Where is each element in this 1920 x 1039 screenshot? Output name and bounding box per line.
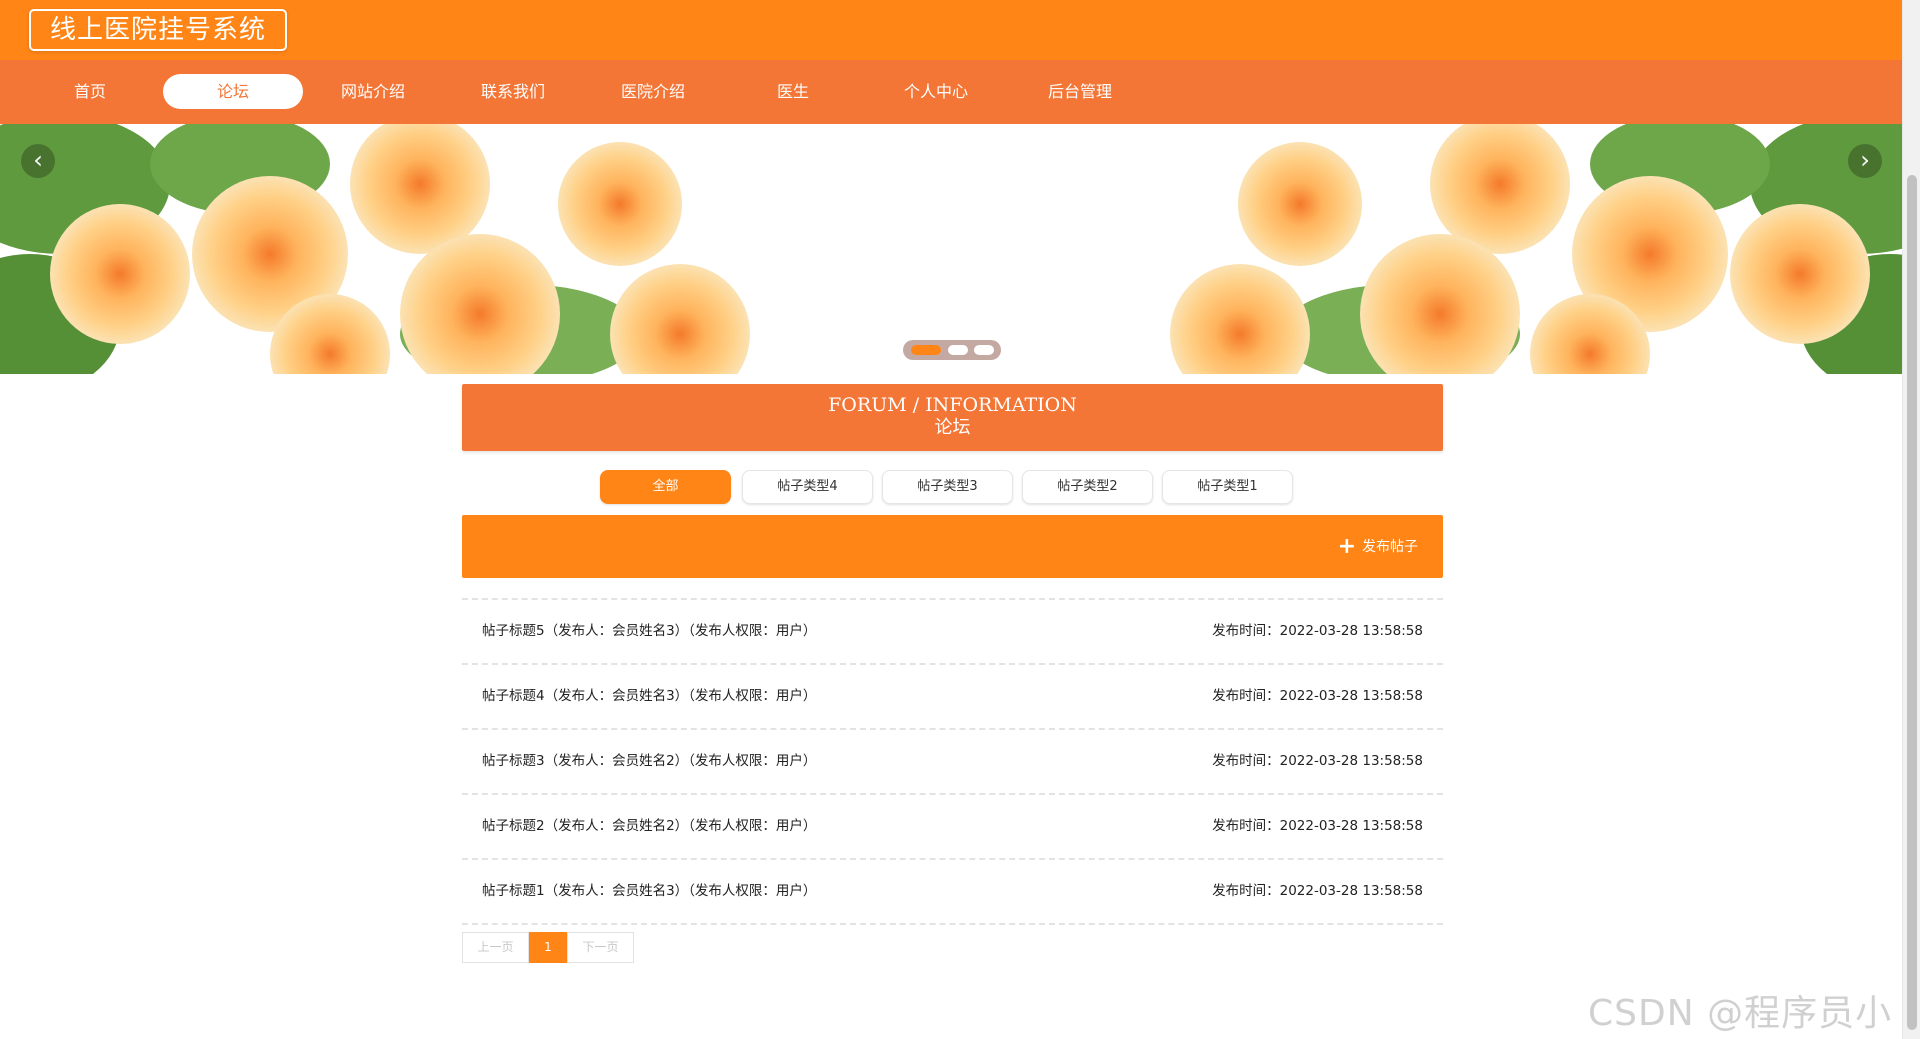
post-time: 发布时间：2022-03-28 13:58:58 (1212, 688, 1423, 704)
category-tab-all[interactable]: 全部 (600, 470, 731, 504)
nav-item-doctor[interactable]: 医生 (723, 74, 863, 109)
vertical-scrollbar[interactable] (1902, 0, 1920, 1039)
prev-page-button[interactable]: 上一页 (462, 932, 529, 963)
nav-item-profile[interactable]: 个人中心 (866, 74, 1006, 109)
category-tab-type2[interactable]: 帖子类型2 (1022, 470, 1153, 504)
nav-item-contact[interactable]: 联系我们 (443, 74, 583, 109)
chevron-right-icon[interactable]: › (1848, 144, 1882, 178)
carousel-dot-1[interactable] (911, 345, 941, 355)
publish-post-button[interactable]: + 发布帖子 (1338, 535, 1418, 559)
carousel-dot-2[interactable] (948, 345, 968, 355)
plus-icon: + (1337, 534, 1356, 559)
post-item[interactable]: 帖子标题2（发布人：会员姓名2）（发布人权限：用户） 发布时间：2022-03-… (462, 795, 1443, 858)
carousel-dot-3[interactable] (974, 345, 994, 355)
main-nav: 首页 论坛 网站介绍 联系我们 医院介绍 医生 个人中心 后台管理 (0, 60, 1902, 124)
post-item[interactable]: 帖子标题3（发布人：会员姓名2）（发布人权限：用户） 发布时间：2022-03-… (462, 730, 1443, 793)
section-title-en: FORUM / INFORMATION (828, 394, 1077, 416)
post-title[interactable]: 帖子标题5（发布人：会员姓名3）（发布人权限：用户） (482, 600, 816, 663)
post-title[interactable]: 帖子标题3（发布人：会员姓名2）（发布人权限：用户） (482, 730, 816, 793)
category-tab-type1[interactable]: 帖子类型1 (1162, 470, 1293, 504)
banner-carousel: ‹ › (0, 124, 1902, 374)
watermark: CSDN @程序员小圆 (1588, 993, 1893, 1034)
post-list: 帖子标题5（发布人：会员姓名3）（发布人权限：用户） 发布时间：2022-03-… (462, 598, 1443, 925)
nav-item-forum[interactable]: 论坛 (163, 74, 303, 109)
post-item[interactable]: 帖子标题5（发布人：会员姓名3）（发布人权限：用户） 发布时间：2022-03-… (462, 600, 1443, 663)
post-time: 发布时间：2022-03-28 13:58:58 (1212, 818, 1423, 834)
banner-image-left (0, 124, 800, 374)
scrollbar-thumb[interactable] (1907, 175, 1917, 1030)
post-item[interactable]: 帖子标题1（发布人：会员姓名3）（发布人权限：用户） 发布时间：2022-03-… (462, 860, 1443, 923)
current-page-button[interactable]: 1 (529, 932, 567, 963)
post-time: 发布时间：2022-03-28 13:58:58 (1212, 623, 1423, 639)
forum-action-bar: + 发布帖子 (462, 515, 1443, 578)
category-tab-type4[interactable]: 帖子类型4 (742, 470, 873, 504)
divider (462, 923, 1443, 925)
post-time: 发布时间：2022-03-28 13:58:58 (1212, 883, 1423, 899)
next-page-button[interactable]: 下一页 (567, 932, 634, 963)
nav-item-hospital[interactable]: 医院介绍 (583, 74, 723, 109)
carousel-indicators (903, 340, 1001, 360)
top-header: 线上医院挂号系统 (0, 0, 1902, 60)
post-item[interactable]: 帖子标题4（发布人：会员姓名3）（发布人权限：用户） 发布时间：2022-03-… (462, 665, 1443, 728)
nav-item-home[interactable]: 首页 (20, 74, 160, 109)
chevron-left-icon[interactable]: ‹ (21, 144, 55, 178)
nav-item-admin[interactable]: 后台管理 (1010, 74, 1150, 109)
nav-item-site-intro[interactable]: 网站介绍 (303, 74, 443, 109)
category-tab-type3[interactable]: 帖子类型3 (882, 470, 1013, 504)
site-title[interactable]: 线上医院挂号系统 (29, 9, 288, 51)
post-time: 发布时间：2022-03-28 13:58:58 (1212, 753, 1423, 769)
post-title[interactable]: 帖子标题1（发布人：会员姓名3）（发布人权限：用户） (482, 860, 816, 923)
publish-post-label: 发布帖子 (1362, 539, 1418, 555)
banner-image-right (1120, 124, 1902, 374)
forum-section-header: FORUM / INFORMATION 论坛 (462, 384, 1443, 451)
section-title-cn: 论坛 (934, 417, 971, 438)
post-title[interactable]: 帖子标题2（发布人：会员姓名2）（发布人权限：用户） (482, 795, 816, 858)
post-title[interactable]: 帖子标题4（发布人：会员姓名3）（发布人权限：用户） (482, 665, 816, 728)
